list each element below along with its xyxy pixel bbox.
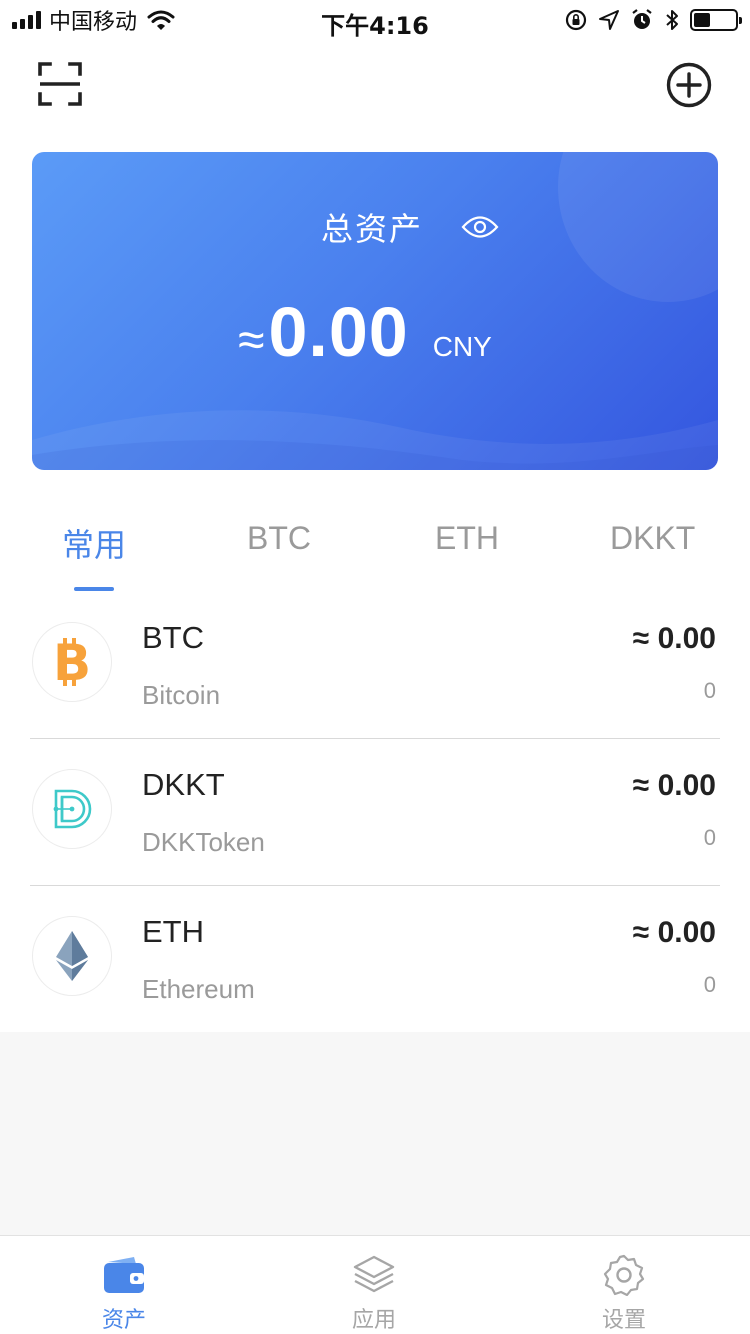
asset-name: DKKToken: [142, 827, 265, 857]
asset-symbol: DKKT: [142, 767, 225, 802]
card-wave: [32, 410, 718, 470]
tab-btc[interactable]: BTC: [247, 520, 311, 557]
layers-icon: [353, 1255, 395, 1293]
asset-list: B BTC Bitcoin ≈ 0.00 0 DKKT DKKToken ≈ 0…: [0, 592, 750, 1033]
asset-value: ≈ 0.00: [632, 916, 716, 949]
ethereum-icon: [32, 916, 112, 996]
asset-row-dkkt[interactable]: DKKT DKKToken ≈ 0.00 0: [0, 739, 750, 886]
total-amount: 0.00: [268, 293, 409, 371]
approx-symbol: ≈: [238, 314, 265, 367]
dkkt-icon: [32, 769, 112, 849]
asset-quantity: 0: [703, 825, 716, 850]
asset-value: ≈ 0.00: [632, 769, 716, 802]
asset-quantity: 0: [703, 972, 716, 997]
bottom-nav: 资产 应用 设置: [0, 1235, 750, 1334]
tab-common[interactable]: 常用: [62, 520, 126, 566]
asset-name: Bitcoin: [142, 680, 221, 710]
location-icon: [599, 10, 619, 30]
empty-area: [0, 1032, 750, 1236]
nav-label: 设置: [601, 1308, 646, 1333]
currency-label: CNY: [432, 331, 492, 362]
nav-assets[interactable]: 资产: [64, 1236, 184, 1334]
card-title: 总资产: [320, 210, 423, 248]
wallet-icon: [104, 1257, 144, 1293]
tab-indicator: [74, 587, 114, 591]
asset-name: Ethereum: [142, 974, 255, 1004]
asset-symbol: ETH: [142, 914, 204, 949]
nav-settings[interactable]: 设置: [564, 1236, 684, 1334]
add-asset-icon[interactable]: [666, 62, 712, 108]
asset-value: ≈ 0.00: [632, 622, 716, 655]
asset-symbol: BTC: [142, 620, 204, 655]
nav-apps[interactable]: 应用: [314, 1236, 434, 1334]
bitcoin-icon: B: [32, 622, 112, 702]
asset-row-eth[interactable]: ETH Ethereum ≈ 0.00 0: [0, 886, 750, 1033]
nav-label: 应用: [351, 1308, 396, 1333]
nav-label: 资产: [101, 1308, 146, 1333]
orientation-lock-icon: [565, 9, 587, 31]
asset-row-btc[interactable]: B BTC Bitcoin ≈ 0.00 0: [0, 592, 750, 739]
alarm-icon: [632, 9, 652, 29]
scan-icon[interactable]: [38, 62, 82, 106]
asset-tabs: 常用 BTC ETH DKKT: [0, 520, 750, 600]
total-assets-card: 总资产 ≈ 0.00 CNY: [32, 152, 718, 470]
tab-eth[interactable]: ETH: [435, 520, 499, 557]
battery-icon: [690, 9, 742, 31]
gear-icon: [603, 1254, 645, 1296]
bluetooth-icon: [666, 10, 678, 30]
asset-quantity: 0: [703, 678, 716, 703]
tab-dkkt[interactable]: DKKT: [610, 520, 695, 557]
eye-icon[interactable]: [461, 214, 499, 240]
status-bar: 中国移动 下午4:16: [0, 0, 750, 40]
